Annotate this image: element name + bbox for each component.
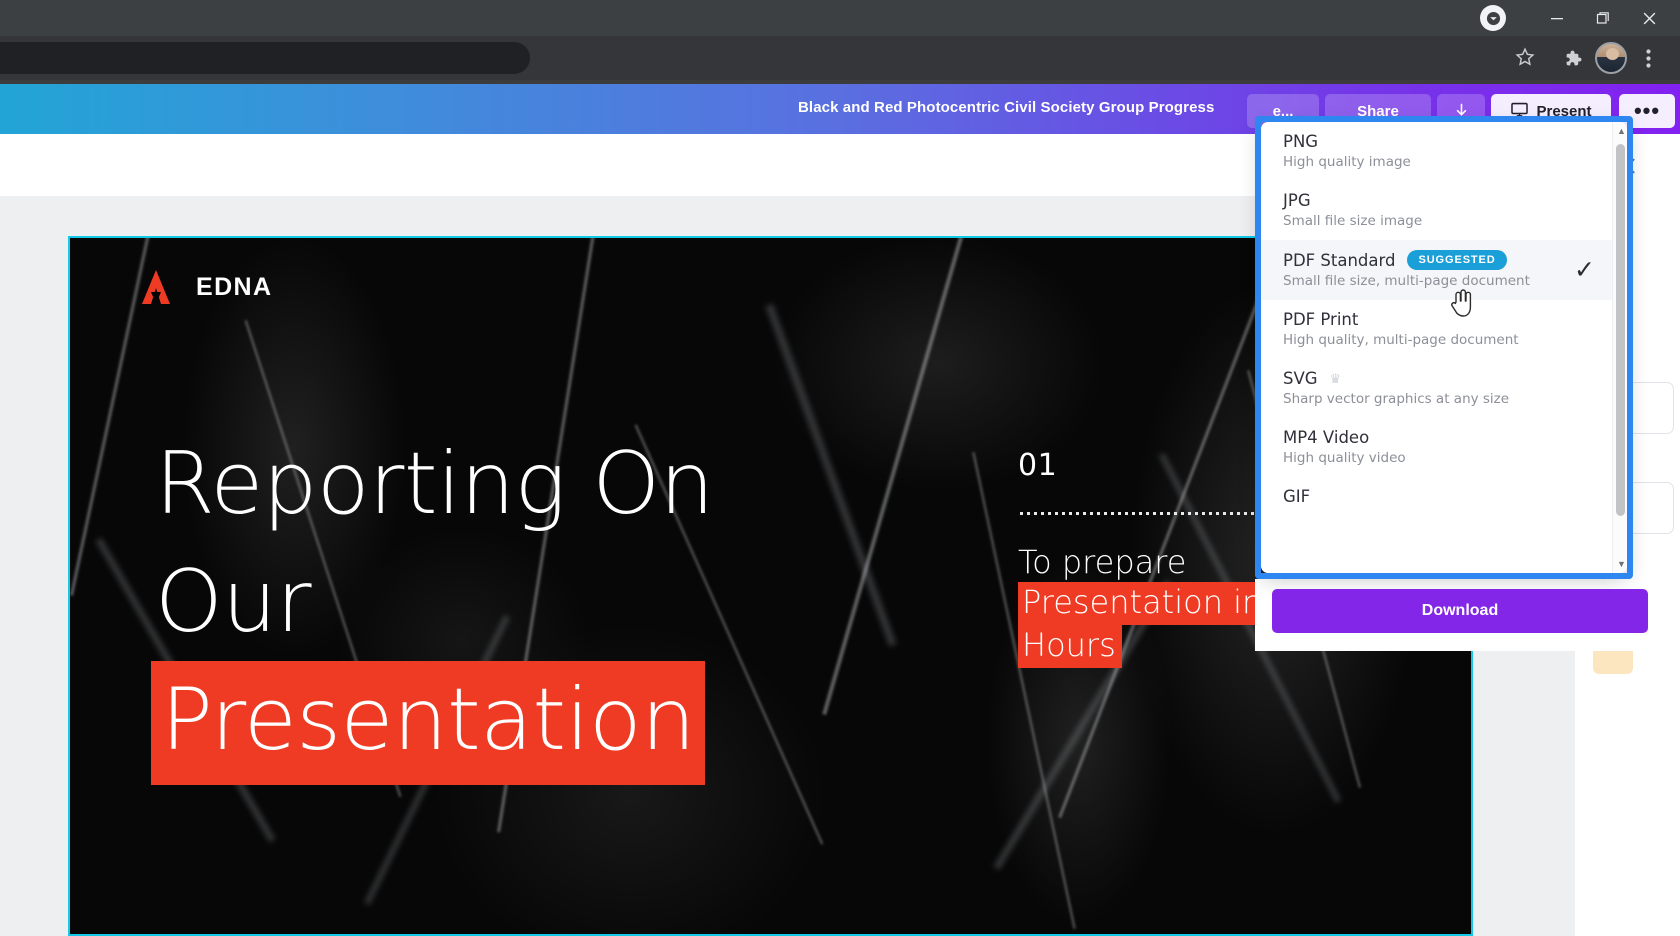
format-option-jpg[interactable]: JPG Small file size image: [1261, 181, 1627, 240]
present-label: Present: [1536, 102, 1592, 120]
scrollbar-thumb[interactable]: [1616, 144, 1625, 516]
download-format-list[interactable]: PNG High quality image JPG Small file size …: [1261, 122, 1627, 573]
format-subtitle: High quality image: [1283, 154, 1411, 170]
format-title: GIF: [1283, 487, 1311, 506]
restore-button[interactable]: [1580, 0, 1626, 36]
headline-line-2: Our: [155, 552, 312, 652]
format-title: PDF Print: [1283, 310, 1359, 329]
scroll-up-arrow-icon[interactable]: ▲: [1617, 126, 1626, 136]
slide-headline[interactable]: Reporting On Our Presentation: [151, 425, 714, 785]
app-root: /edit# Black and Red Photocentric Civil …: [0, 0, 1680, 936]
header-overflow-dots-button[interactable]: •••: [1619, 94, 1675, 128]
format-option-gif[interactable]: GIF: [1261, 477, 1627, 517]
format-title: MP4 Video: [1283, 428, 1370, 447]
minimize-button[interactable]: [1534, 0, 1580, 36]
dropdown-scrollbar[interactable]: ▲ ▼: [1612, 122, 1627, 573]
format-subtitle: Small file size image: [1283, 213, 1423, 229]
edna-triangle-a-logo-icon: [140, 268, 174, 306]
format-title: PNG: [1283, 132, 1319, 151]
download-format-items: PNG High quality image JPG Small file size …: [1261, 122, 1627, 517]
format-option-pdf-print[interactable]: PDF Print High quality, multi-page docume…: [1261, 300, 1627, 359]
download-button[interactable]: Download: [1272, 589, 1648, 633]
brand-name-edna: EDNA: [196, 273, 273, 301]
headline-line-1: Reporting On: [155, 434, 714, 534]
format-title: JPG: [1283, 191, 1311, 210]
document-title[interactable]: Black and Red Photocentric Civil Society…: [798, 99, 1214, 116]
format-option-mp4-video[interactable]: MP4 Video High quality video: [1261, 418, 1627, 477]
extensions-puzzle-icon[interactable]: [1558, 44, 1586, 72]
format-subtitle: High quality, multi-page document: [1283, 332, 1519, 348]
profile-avatar[interactable]: [1595, 42, 1627, 74]
format-option-svg[interactable]: SVG ♛ Sharp vector graphics at any size: [1261, 359, 1627, 418]
crown-pro-icon: ♛: [1329, 370, 1342, 386]
headline-line-3: Presentation: [151, 661, 706, 785]
browser-toolbar: /edit#: [0, 36, 1680, 80]
close-button[interactable]: [1626, 0, 1672, 36]
window-titlebar: [0, 0, 1680, 36]
format-subtitle: Sharp vector graphics at any size: [1283, 391, 1510, 407]
format-subtitle: Small file size, multi-page document: [1283, 273, 1530, 289]
downloads-indicator-icon[interactable]: [1480, 5, 1506, 31]
format-option-pdf-standard[interactable]: PDF Standard SUGGESTED Small file size, mu…: [1261, 240, 1627, 300]
suggested-badge: SUGGESTED: [1407, 250, 1507, 270]
browser-three-dot-menu-icon[interactable]: [1634, 44, 1662, 72]
selected-check-icon: ✓: [1574, 256, 1595, 284]
scroll-down-arrow-icon[interactable]: ▼: [1617, 559, 1626, 569]
present-screen-icon: [1510, 100, 1529, 123]
format-option-png[interactable]: PNG High quality image: [1261, 122, 1627, 181]
address-bar[interactable]: /edit#: [0, 42, 530, 74]
slide-section-number: 01: [1018, 448, 1058, 483]
format-title: PDF Standard: [1283, 250, 1396, 270]
format-title: SVG: [1283, 369, 1318, 388]
bookmark-star-icon[interactable]: [1514, 46, 1536, 73]
format-subtitle: High quality video: [1283, 450, 1406, 466]
subtext-line-3: Hours: [1018, 625, 1122, 668]
pointing-hand-cursor-icon: [1448, 288, 1474, 325]
